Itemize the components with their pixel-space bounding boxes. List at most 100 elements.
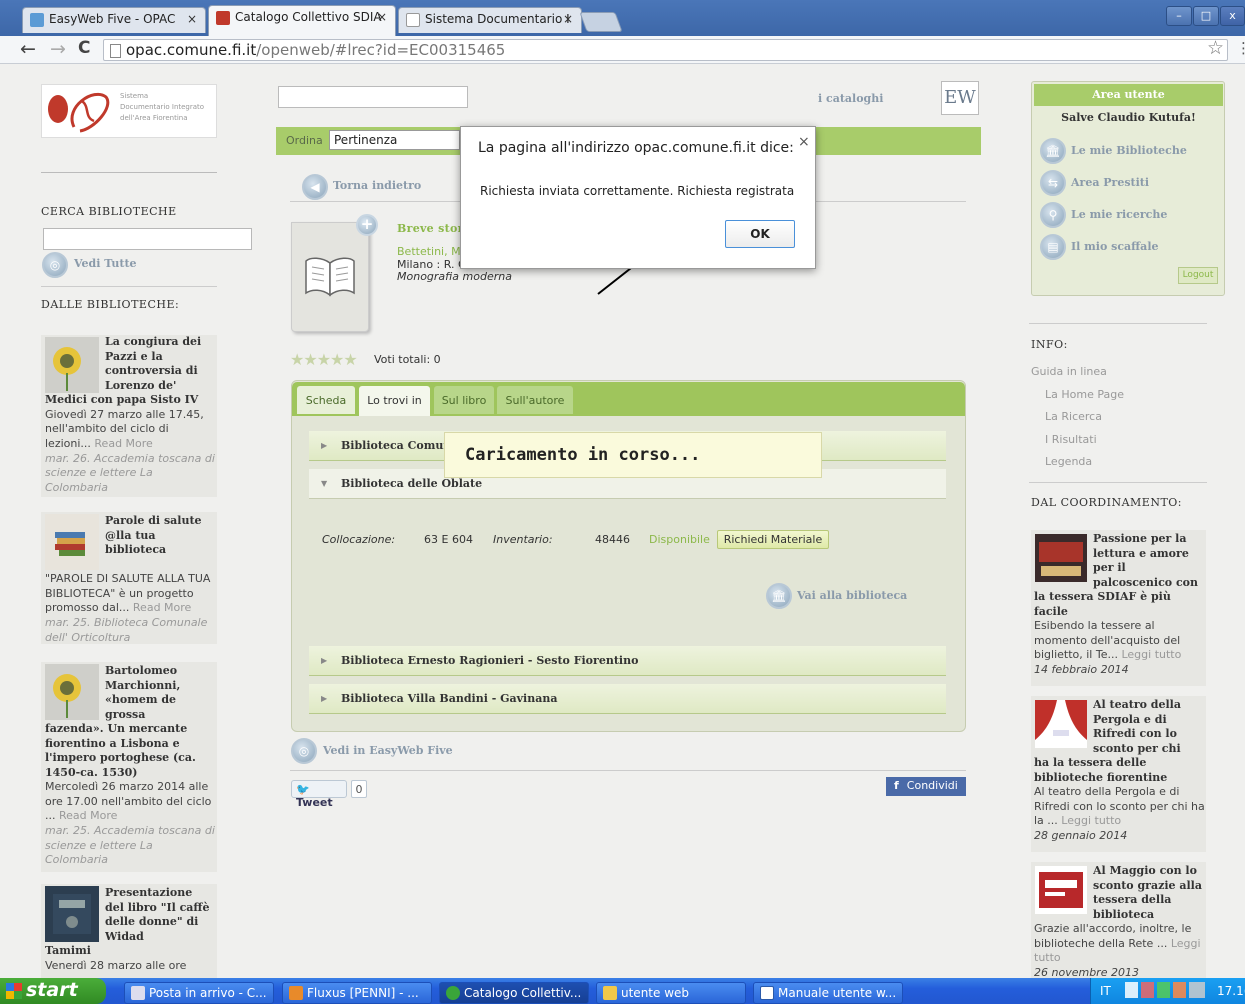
info-legenda-link[interactable]: Legenda <box>1045 455 1092 468</box>
book-cover[interactable] <box>291 222 369 332</box>
menu-le-mie-ricerche[interactable]: Le mie ricerche <box>1071 208 1167 221</box>
vai-alla-biblioteca-link[interactable]: Vai alla biblioteca <box>797 589 907 602</box>
tab-close-icon[interactable]: × <box>187 12 197 26</box>
reload-button[interactable]: C <box>78 38 90 58</box>
expand-arrow-icon: ▶ <box>321 655 328 665</box>
window-close-button[interactable]: x <box>1220 6 1245 26</box>
input-language[interactable]: IT <box>1100 984 1111 998</box>
leggi-tutto-link[interactable]: Leggi tutto <box>1121 648 1181 661</box>
news-title-cont: Medici con papa Sisto IV <box>45 393 199 406</box>
tab-scheda[interactable]: Scheda <box>297 386 355 414</box>
sort-select[interactable]: Pertinenza <box>329 130 460 150</box>
menu-il-mio-scaffale[interactable]: Il mio scaffale <box>1071 240 1159 253</box>
add-plus-icon[interactable]: + <box>356 214 378 236</box>
tab-lo-trovi-in[interactable]: Lo trovi in <box>359 386 430 416</box>
library-row[interactable]: ▶ Biblioteca Villa Bandini - Gavinana <box>309 684 946 714</box>
torna-indietro-link[interactable]: Torna indietro <box>333 179 421 192</box>
logo-line: Documentario Integrato <box>120 103 205 111</box>
sdiaf-logo[interactable]: Sistema Documentario Integrato dell'Area… <box>41 84 217 138</box>
news-title[interactable]: Bartolomeo Marchionni, «homem de grossa <box>105 664 213 722</box>
bookmark-star-icon[interactable]: ☆ <box>1207 37 1224 59</box>
taskbar-item-manuale[interactable]: Manuale utente w... <box>753 982 903 1004</box>
read-more-link[interactable]: Read More <box>59 809 117 822</box>
tab-sistema-documentario[interactable]: Sistema Documentario I × <box>398 7 582 33</box>
twitter-bird-icon: 🐦 <box>296 783 310 796</box>
start-button[interactable]: start <box>0 978 106 1004</box>
vedi-in-easyweb-link[interactable]: Vedi in EasyWeb Five <box>323 744 453 757</box>
browser-menu-icon[interactable]: ⋮ <box>1236 39 1245 57</box>
tab-close-icon[interactable]: × <box>377 10 387 24</box>
vedi-tutte-link[interactable]: Vedi Tutte <box>74 257 137 270</box>
url-field[interactable]: opac.comune.fi.it/openweb/#lrec?id=EC003… <box>103 39 1228 61</box>
tab-catalogo[interactable]: Catalogo Collettivo SDIA × <box>208 5 396 36</box>
library-search-input[interactable] <box>43 228 252 250</box>
library-row[interactable]: ▶ Biblioteca Ernesto Ragionieri - Sesto F… <box>309 646 946 676</box>
news-title[interactable]: Passione per la lettura e amore per il p… <box>1093 532 1205 590</box>
news-title[interactable]: La congiura dei Pazzi e la controversia … <box>105 335 213 393</box>
menu-area-prestiti[interactable]: Area Prestiti <box>1071 176 1149 189</box>
forward-button[interactable]: → <box>50 38 66 60</box>
news-thumbnail <box>1035 534 1087 582</box>
divider <box>41 286 217 287</box>
news-title[interactable]: Presentazione del libro "Il caffè delle … <box>105 886 213 944</box>
taskbar-item-fluxus[interactable]: Fluxus [PENNI] - ... <box>282 982 432 1004</box>
news-body: Venerdì 28 marzo alle ore <box>45 958 187 972</box>
tab-close-icon[interactable]: × <box>563 12 573 26</box>
sunflower-image-icon <box>53 347 81 391</box>
dialog-message: Richiesta inviata correttamente. Richies… <box>480 184 795 198</box>
dalle-biblioteche-title: DALLE BIBLIOTECHE: <box>41 298 180 311</box>
news-meta: mar. 25. Biblioteca Comunale dell' Ortic… <box>45 616 208 644</box>
news-title[interactable]: Parole di salute @lla tua biblioteca <box>105 514 213 572</box>
back-arrow-icon: ◀ <box>302 174 328 200</box>
book-cover-image-icon <box>53 894 91 934</box>
easyweb-logo[interactable]: EW <box>941 81 979 115</box>
read-more-link[interactable]: Read More <box>133 601 191 614</box>
info-ricerca-link[interactable]: La Ricerca <box>1045 410 1102 423</box>
back-button[interactable]: ← <box>20 38 36 60</box>
news-thumbnail <box>1035 700 1087 748</box>
news-title[interactable]: Al Maggio con lo sconto grazie alla tess… <box>1093 864 1205 922</box>
read-more-link[interactable]: Read More <box>94 437 152 450</box>
info-guida-link[interactable]: Guida in linea <box>1031 365 1107 378</box>
news-item[interactable]: Parole di salute @lla tua biblioteca "PA… <box>41 512 217 644</box>
taskbar-item-utente-web[interactable]: utente web <box>596 982 746 1004</box>
coordinamento-title: DAL COORDINAMENTO: <box>1031 496 1183 509</box>
news-meta: mar. 25. Accademia toscana di scienze e … <box>45 824 215 867</box>
taskbar-item-catalogo[interactable]: Catalogo Collettiv... <box>439 982 589 1004</box>
logout-button[interactable]: Logout <box>1178 267 1218 284</box>
tab-sul-autore[interactable]: Sull'autore <box>497 386 573 414</box>
window-maximize-button[interactable]: □ <box>1193 6 1219 26</box>
tab-sul-libro[interactable]: Sul libro <box>434 386 494 414</box>
curtain-image-icon <box>1035 700 1087 740</box>
dialog-close-icon[interactable]: × <box>798 134 810 150</box>
richiedi-materiale-button[interactable]: Richiedi Materiale <box>717 530 829 549</box>
coord-news-item[interactable]: Passione per la lettura e amore per il p… <box>1031 530 1206 686</box>
divider <box>41 172 217 173</box>
news-item[interactable]: Bartolomeo Marchionni, «homem de grossa … <box>41 662 217 872</box>
leggi-tutto-link[interactable]: Leggi tutto <box>1061 814 1121 827</box>
coord-news-item[interactable]: Al Maggio con lo sconto grazie alla tess… <box>1031 862 1206 978</box>
info-risultati-link[interactable]: I Risultati <box>1045 433 1097 446</box>
tray-icons[interactable] <box>1125 982 1205 998</box>
tweet-button[interactable]: 🐦Tweet <box>291 780 347 809</box>
news-title[interactable]: Al teatro della Pergola e di Rifredi con… <box>1093 698 1205 756</box>
rating-stars-icon[interactable]: ★★★★★ <box>290 350 358 369</box>
page-favicon-icon <box>406 13 420 27</box>
taskbar-item-posta[interactable]: Posta in arrivo - C... <box>124 982 274 1004</box>
window-minimize-button[interactable]: – <box>1166 6 1192 26</box>
search-icon: ⚲ <box>1040 202 1066 228</box>
menu-le-mie-biblioteche[interactable]: Le mie Biblioteche <box>1071 144 1187 157</box>
new-tab-button[interactable] <box>579 12 623 32</box>
loading-overlay: Caricamento in corso... <box>444 432 822 478</box>
catalog-search-input[interactable] <box>278 86 468 108</box>
condividi-button[interactable]: f Condividi <box>886 777 966 796</box>
news-body: Grazie all'accordo, inoltre, le bibliote… <box>1034 922 1192 950</box>
tab-easyweb[interactable]: EasyWeb Five - OPAC × <box>22 7 206 33</box>
dialog-ok-button[interactable]: OK <box>725 220 795 248</box>
news-item[interactable]: Presentazione del libro "Il caffè delle … <box>41 884 217 978</box>
info-home-link[interactable]: La Home Page <box>1045 388 1124 401</box>
coord-news-item[interactable]: Al teatro della Pergola e di Rifredi con… <box>1031 696 1206 852</box>
collocazione-value: 63 E 604 <box>424 533 473 546</box>
cataloghi-link[interactable]: i cataloghi <box>818 92 883 105</box>
facebook-icon: f <box>894 779 899 792</box>
